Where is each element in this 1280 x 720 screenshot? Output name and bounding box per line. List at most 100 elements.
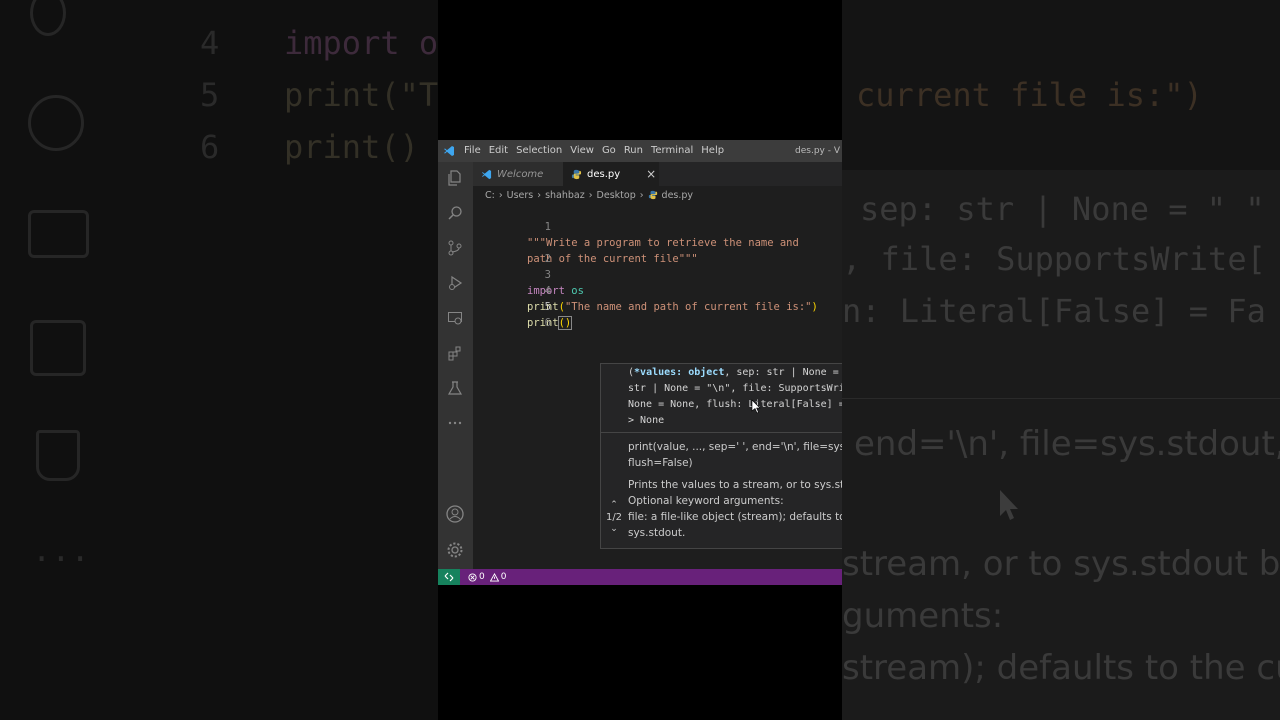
window-title: des.py - V	[795, 146, 840, 156]
tab-close-icon[interactable]: ×	[646, 167, 656, 181]
background-code-line: print()	[284, 128, 419, 166]
breadcrumb-item[interactable]: Desktop	[597, 190, 636, 201]
remote-explorer-icon[interactable]	[445, 308, 465, 328]
background-doc-line: stream); defaults to the cur	[842, 648, 1280, 688]
breadcrumb-separator: ›	[588, 189, 593, 201]
signature-next-chevron-icon[interactable]: ⌄	[605, 524, 623, 534]
python-icon	[571, 169, 582, 180]
code-line: 4 print("The name and path of current fi…	[473, 267, 818, 313]
breadcrumb-separator: ›	[537, 189, 542, 201]
doc-line: Optional keyword arguments:	[628, 495, 784, 507]
python-icon	[648, 190, 658, 200]
code-line: 5 print()	[473, 283, 573, 330]
code-line: 3 import os	[473, 251, 584, 297]
problems-indicator[interactable]: 0 0	[468, 572, 506, 582]
signature-pager: 1/2	[605, 512, 623, 523]
breadcrumb-item[interactable]: shahbaz	[545, 190, 585, 201]
breadcrumb: C: › Users › shahbaz › Desktop › des.py	[485, 187, 693, 203]
vscode-window: File Edit Selection View Go Run Terminal…	[438, 140, 842, 585]
line-text: path of the current file"""	[527, 253, 698, 265]
run-debug-icon[interactable]	[445, 273, 465, 293]
source-control-icon[interactable]	[445, 238, 465, 258]
background-code-line: print("T	[284, 76, 438, 114]
usage-line: print(value, ..., sep=' ', end='\n', fil…	[628, 441, 842, 453]
vscode-logo-icon	[438, 140, 460, 162]
background-line-number: 6	[200, 128, 220, 166]
background-debug-icon	[28, 95, 84, 151]
signature-line: None = None, flush: Literal[False] = Fa	[628, 399, 842, 410]
warning-icon	[489, 572, 499, 582]
activity-bar	[438, 162, 473, 569]
line-text: """Write a program to retrieve the name …	[527, 237, 799, 249]
error-icon	[468, 572, 477, 582]
background-right-zoom: current file is:") sep: str | None = " "…	[842, 0, 1280, 720]
background-sig-line: n: Literal[False] = Fa	[842, 292, 1266, 330]
extensions-icon[interactable]	[445, 343, 465, 363]
line-number: 2	[544, 253, 551, 265]
error-count: 0	[479, 572, 485, 582]
breadcrumb-item[interactable]: C:	[485, 190, 495, 201]
mouse-cursor-icon	[751, 399, 761, 414]
signature-help-popup[interactable]: (*values: object, sep: str | None = " ",…	[600, 363, 842, 549]
line-number: 4	[544, 285, 551, 297]
menu-edit[interactable]: Edit	[485, 140, 512, 162]
remote-icon	[444, 572, 454, 582]
warning-count: 0	[500, 572, 507, 582]
breadcrumb-separator: ›	[498, 189, 503, 201]
remote-indicator[interactable]	[438, 569, 460, 585]
breadcrumb-item[interactable]: Users	[507, 190, 534, 201]
menu-selection[interactable]: Selection	[512, 140, 566, 162]
code-editor[interactable]: 1 """Write a program to retrieve the nam…	[473, 203, 842, 569]
signature-return: > None	[628, 415, 665, 426]
code-line: 6	[473, 299, 551, 329]
more-ellipsis-icon[interactable]	[445, 413, 465, 433]
background-doc-line: stream, or to sys.stdout by	[842, 544, 1280, 584]
background-sig-line: sep: str | None = " "	[860, 190, 1265, 228]
signature-line: str | None = "\n", file: SupportsWrite[	[628, 383, 842, 394]
line-number: 6	[544, 317, 551, 329]
tab-label: des.py	[587, 168, 621, 180]
menu-view[interactable]: View	[566, 140, 598, 162]
menu-file[interactable]: File	[460, 140, 485, 162]
menu-run[interactable]: Run	[620, 140, 647, 162]
breadcrumb-item[interactable]: des.py	[662, 190, 694, 201]
background-line-number: 4	[200, 24, 220, 62]
code-line: 1 """Write a program to retrieve the nam…	[473, 203, 799, 249]
background-remote-icon	[28, 210, 89, 258]
background-extensions-icon	[30, 320, 86, 376]
line-number: 3	[544, 269, 551, 281]
status-bar: 0 0	[438, 569, 842, 585]
background-ellipsis: ···	[32, 540, 90, 578]
vscode-logo-icon	[481, 169, 492, 180]
settings-gear-icon[interactable]	[445, 540, 465, 560]
testing-flask-icon[interactable]	[445, 378, 465, 398]
tab-label: Welcome	[497, 168, 544, 180]
line-number: 5	[544, 301, 551, 313]
usage-line: flush=False)	[628, 457, 693, 469]
menu-terminal[interactable]: Terminal	[647, 140, 697, 162]
background-testing-icon	[36, 430, 80, 481]
signature-prev-chevron-icon[interactable]: ⌃	[605, 500, 623, 510]
code-line: 2	[473, 235, 551, 265]
menu-help[interactable]: Help	[697, 140, 728, 162]
background-mouse-cursor-icon	[1000, 490, 1018, 520]
tab-des-py[interactable]: des.py ×	[563, 162, 659, 186]
title-bar: File Edit Selection View Go Run Terminal…	[438, 140, 842, 162]
background-code-line: current file is:")	[856, 76, 1203, 114]
doc-line: sys.stdout.	[628, 527, 686, 539]
doc-line: file: a file-like object (stream); defau…	[628, 511, 842, 523]
doc-line: Prints the values to a stream, or to sys…	[628, 479, 842, 491]
menu-go[interactable]: Go	[598, 140, 620, 162]
background-divider	[842, 398, 1280, 399]
search-icon[interactable]	[445, 203, 465, 223]
background-line-number: 5	[200, 76, 220, 114]
account-icon[interactable]	[445, 504, 465, 524]
code-line: path of the current file"""	[473, 219, 698, 265]
explorer-icon[interactable]	[445, 168, 465, 188]
tab-welcome[interactable]: Welcome	[473, 162, 563, 186]
signature-line: (*values: object, sep: str | None = " ",	[628, 367, 839, 378]
background-doc-line: end='\n', file=sys.stdout,	[854, 424, 1280, 464]
breadcrumb-separator: ›	[639, 189, 644, 201]
editor-tab-bar: Welcome des.py ×	[473, 162, 842, 186]
background-code-line: import o	[284, 24, 438, 62]
